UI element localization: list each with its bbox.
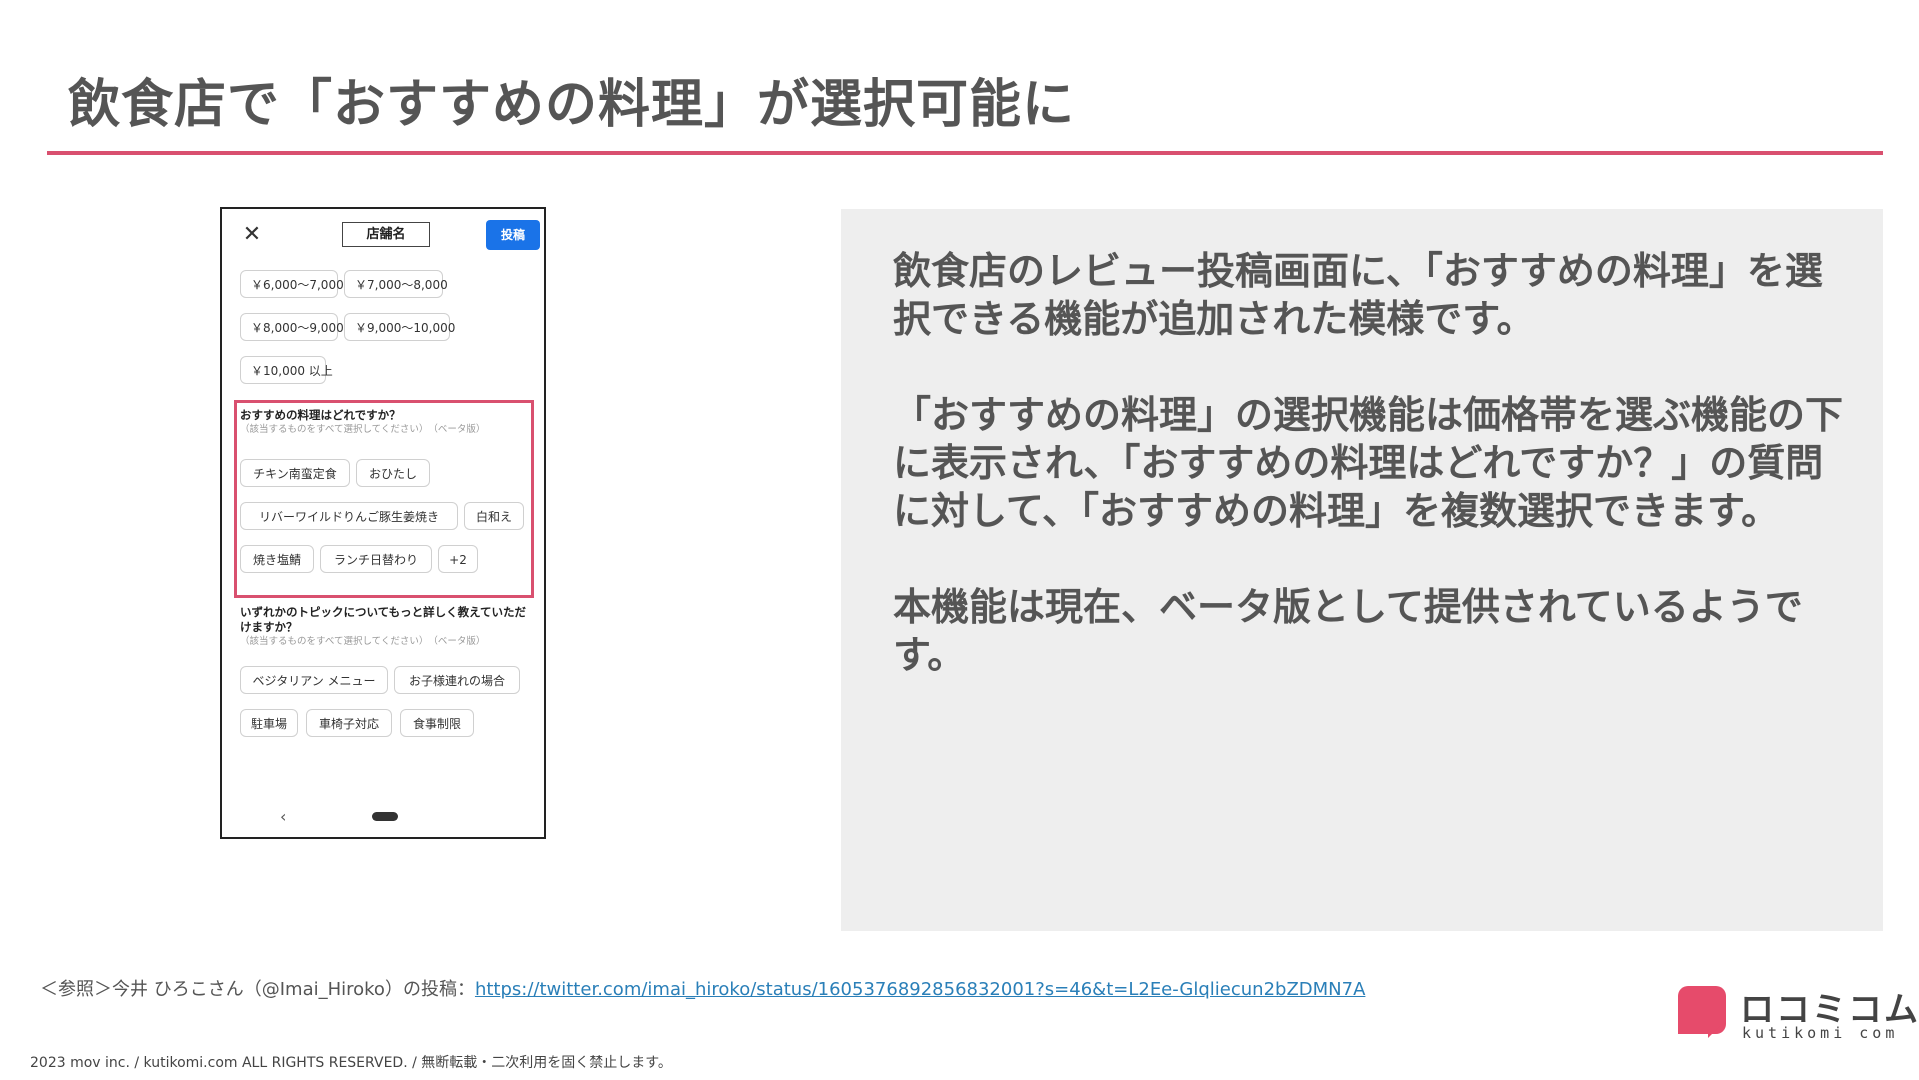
dish-chip[interactable]: 白和え (464, 502, 524, 530)
price-chip[interactable]: ￥10,000 以上 (240, 356, 333, 384)
dish-chip[interactable]: チキン南蛮定食 (240, 459, 350, 487)
topic-chip[interactable]: 食事制限 (400, 709, 474, 737)
price-chip[interactable]: ￥7,000～8,000 (344, 270, 448, 298)
description-panel: 飲食店のレビュー投稿画面に、「おすすめの料理」を選択できる機能が追加された模様で… (841, 209, 1883, 931)
topic-note: （該当するものをすべて選択してください） （ベータ版） (240, 636, 486, 647)
description-paragraph-1: 飲食店のレビュー投稿画面に、「おすすめの料理」を選択できる機能が追加された模様で… (893, 249, 1823, 341)
post-button[interactable]: 投稿 (486, 220, 540, 250)
review-header: ✕ 店舗名 投稿 (222, 209, 544, 265)
topic-chip[interactable]: ベジタリアン メニュー (240, 666, 388, 694)
topic-chip[interactable]: お子様連れの場合 (394, 666, 520, 694)
home-indicator[interactable] (372, 812, 398, 821)
back-chevron-icon[interactable]: ‹ (280, 807, 286, 826)
close-icon[interactable]: ✕ (240, 223, 264, 247)
title-divider (47, 151, 1883, 155)
copyright-notice: 2023 mov inc. / kutikomi.com ALL RIGHTS … (30, 1055, 672, 1071)
dish-chip[interactable]: リバーワイルドりんご豚生姜焼き (240, 502, 458, 530)
brand-logo: ロコミコム kutikomi com (1678, 986, 1918, 1046)
recommended-dishes-note: （該当するものをすべて選択してください） （ベータ版） (240, 424, 486, 435)
reference-link[interactable]: https://twitter.com/imai_hiroko/status/1… (475, 979, 1365, 1000)
topic-chip[interactable]: 駐車場 (240, 709, 298, 737)
reference-note: ＜参照＞今井 ひろこさん（@Imai_Hiroko）の投稿：https://tw… (40, 975, 1365, 1001)
logo-domain: kutikomi com (1742, 1024, 1899, 1042)
phone-screenshot: ✕ 店舗名 投稿 ￥6,000～7,000 ￥7,000～8,000 ￥8,00… (220, 207, 546, 839)
topic-question: いずれかのトピックについてもっと詳しく教えていただけますか？ (240, 605, 527, 634)
topic-chip[interactable]: 車椅子対応 (306, 709, 392, 737)
description-paragraph-3: 本機能は現在、ベータ版として提供されているようです。 (893, 585, 1803, 677)
dish-chip[interactable]: ランチ日替わり (320, 545, 432, 573)
reference-prefix: ＜参照＞今井 ひろこさん（@Imai_Hiroko）の投稿： (40, 979, 475, 1000)
more-dishes-chip[interactable]: +2 (438, 545, 478, 573)
price-chip[interactable]: ￥8,000～9,000 (240, 313, 344, 341)
description-paragraph-2: 「おすすめの料理」の選択機能は価格帯を選ぶ機能の下に表示され、「おすすめの料理は… (893, 393, 1844, 533)
speech-bubble-icon (1678, 986, 1726, 1038)
slide-title: 飲食店で「おすすめの料理」が選択可能に (68, 75, 1076, 135)
price-chip[interactable]: ￥9,000～10,000 (344, 313, 455, 341)
price-chip[interactable]: ￥6,000～7,000 (240, 270, 344, 298)
dish-chip[interactable]: 焼き塩鯖 (240, 545, 314, 573)
dish-chip[interactable]: おひたし (356, 459, 430, 487)
shop-name-field: 店舗名 (342, 222, 430, 247)
recommended-dishes-question: おすすめの料理はどれですか？ (240, 408, 401, 422)
